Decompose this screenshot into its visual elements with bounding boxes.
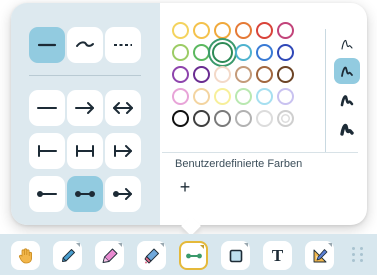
line-end-plain[interactable] xyxy=(29,90,65,126)
plain-line-icon xyxy=(37,107,57,109)
highlighter-tool-button[interactable] xyxy=(95,241,124,270)
color-swatch[interactable] xyxy=(234,87,252,105)
line-end-dot-arrow[interactable] xyxy=(105,176,141,212)
ruler-tool-button[interactable] xyxy=(305,241,334,270)
brush-thin-icon xyxy=(341,39,353,50)
line-style-pane xyxy=(11,3,160,225)
color-swatch[interactable] xyxy=(213,87,231,105)
color-swatch[interactable] xyxy=(171,87,189,105)
line-end-dot-start[interactable] xyxy=(29,176,65,212)
color-swatch[interactable] xyxy=(255,21,273,39)
submenu-corner-indicator xyxy=(76,243,80,247)
submenu-corner-indicator xyxy=(200,245,204,249)
double-arrow-icon xyxy=(113,102,133,114)
brush-extra-thick-icon xyxy=(340,123,354,136)
line-end-bar-start[interactable] xyxy=(29,133,65,169)
section-divider xyxy=(162,152,358,153)
color-swatch[interactable] xyxy=(192,87,210,105)
brush-size-thick[interactable] xyxy=(334,87,360,113)
wavy-line-icon xyxy=(76,41,94,47)
color-swatch[interactable] xyxy=(171,21,189,39)
color-swatch[interactable] xyxy=(276,43,294,61)
brush-medium-icon xyxy=(341,66,353,77)
hand-icon xyxy=(18,247,32,263)
color-swatch[interactable] xyxy=(171,43,189,61)
toolbar-drag-handle[interactable] xyxy=(352,247,364,263)
color-swatch[interactable] xyxy=(234,109,252,127)
color-swatch[interactable] xyxy=(255,109,273,127)
line-tool-button[interactable] xyxy=(179,241,208,270)
color-swatch[interactable] xyxy=(192,65,210,83)
brush-size-thin[interactable] xyxy=(334,31,360,57)
submenu-corner-indicator xyxy=(244,243,248,247)
ruler-icon xyxy=(313,248,327,262)
custom-colors-label: Benutzerdefinierte Farben xyxy=(175,158,303,170)
text-tool-button[interactable]: T xyxy=(263,241,292,270)
line-end-bar-both[interactable] xyxy=(67,133,103,169)
color-swatch[interactable] xyxy=(234,43,252,61)
pen-tool-button[interactable] xyxy=(53,241,82,270)
color-swatch[interactable] xyxy=(276,87,294,105)
color-swatch[interactable] xyxy=(192,21,210,39)
hand-tool-button[interactable] xyxy=(11,241,40,270)
brush-size-medium[interactable] xyxy=(334,58,360,84)
line-end-arrow[interactable] xyxy=(67,90,103,126)
color-swatch[interactable] xyxy=(171,109,189,127)
arrow-right-icon xyxy=(75,102,94,114)
color-swatch[interactable] xyxy=(192,109,210,127)
color-swatch[interactable] xyxy=(234,21,252,39)
color-swatch[interactable] xyxy=(213,65,231,83)
dashed-line-icon xyxy=(114,44,132,46)
brush-size-extra-thick[interactable] xyxy=(334,116,360,142)
bar-start-icon xyxy=(38,145,57,157)
color-swatch-white[interactable] xyxy=(276,109,294,127)
color-swatch[interactable] xyxy=(234,65,252,83)
color-swatch[interactable] xyxy=(192,43,210,61)
line-end-dot-both[interactable] xyxy=(67,176,103,212)
highlighter-icon xyxy=(102,248,117,263)
line-end-arrow-both[interactable] xyxy=(105,90,141,126)
eraser-icon xyxy=(144,248,159,263)
square-icon xyxy=(229,249,242,262)
color-swatch[interactable] xyxy=(213,21,231,39)
palette-divider xyxy=(325,29,326,153)
solid-line-icon xyxy=(37,43,57,47)
shape-tool-button[interactable] xyxy=(221,241,250,270)
color-swatch[interactable] xyxy=(211,41,233,63)
pane-divider xyxy=(29,75,141,76)
color-swatch[interactable] xyxy=(255,65,273,83)
color-swatch[interactable] xyxy=(255,43,273,61)
color-swatch[interactable] xyxy=(255,87,273,105)
color-swatch[interactable] xyxy=(171,65,189,83)
color-swatch[interactable] xyxy=(276,21,294,39)
submenu-corner-indicator xyxy=(118,243,122,247)
line-style-solid[interactable] xyxy=(29,27,65,63)
pen-icon xyxy=(61,248,75,262)
text-icon: T xyxy=(271,245,284,265)
bar-arrow-icon xyxy=(114,145,132,157)
line-style-wavy[interactable] xyxy=(67,27,103,63)
line-end-bar-arrow[interactable] xyxy=(105,133,141,169)
dot-both-icon xyxy=(75,191,95,197)
dot-arrow-icon xyxy=(113,188,132,200)
submenu-corner-indicator xyxy=(160,243,164,247)
color-swatch[interactable] xyxy=(276,65,294,83)
add-custom-color-button[interactable]: + xyxy=(177,177,193,197)
eraser-tool-button[interactable] xyxy=(137,241,166,270)
line-style-dashed[interactable] xyxy=(105,27,141,63)
bar-both-icon xyxy=(76,145,94,157)
submenu-corner-indicator xyxy=(328,243,332,247)
dot-start-icon xyxy=(37,191,57,197)
color-swatch[interactable] xyxy=(213,109,231,127)
brush-thick-icon xyxy=(340,95,354,107)
